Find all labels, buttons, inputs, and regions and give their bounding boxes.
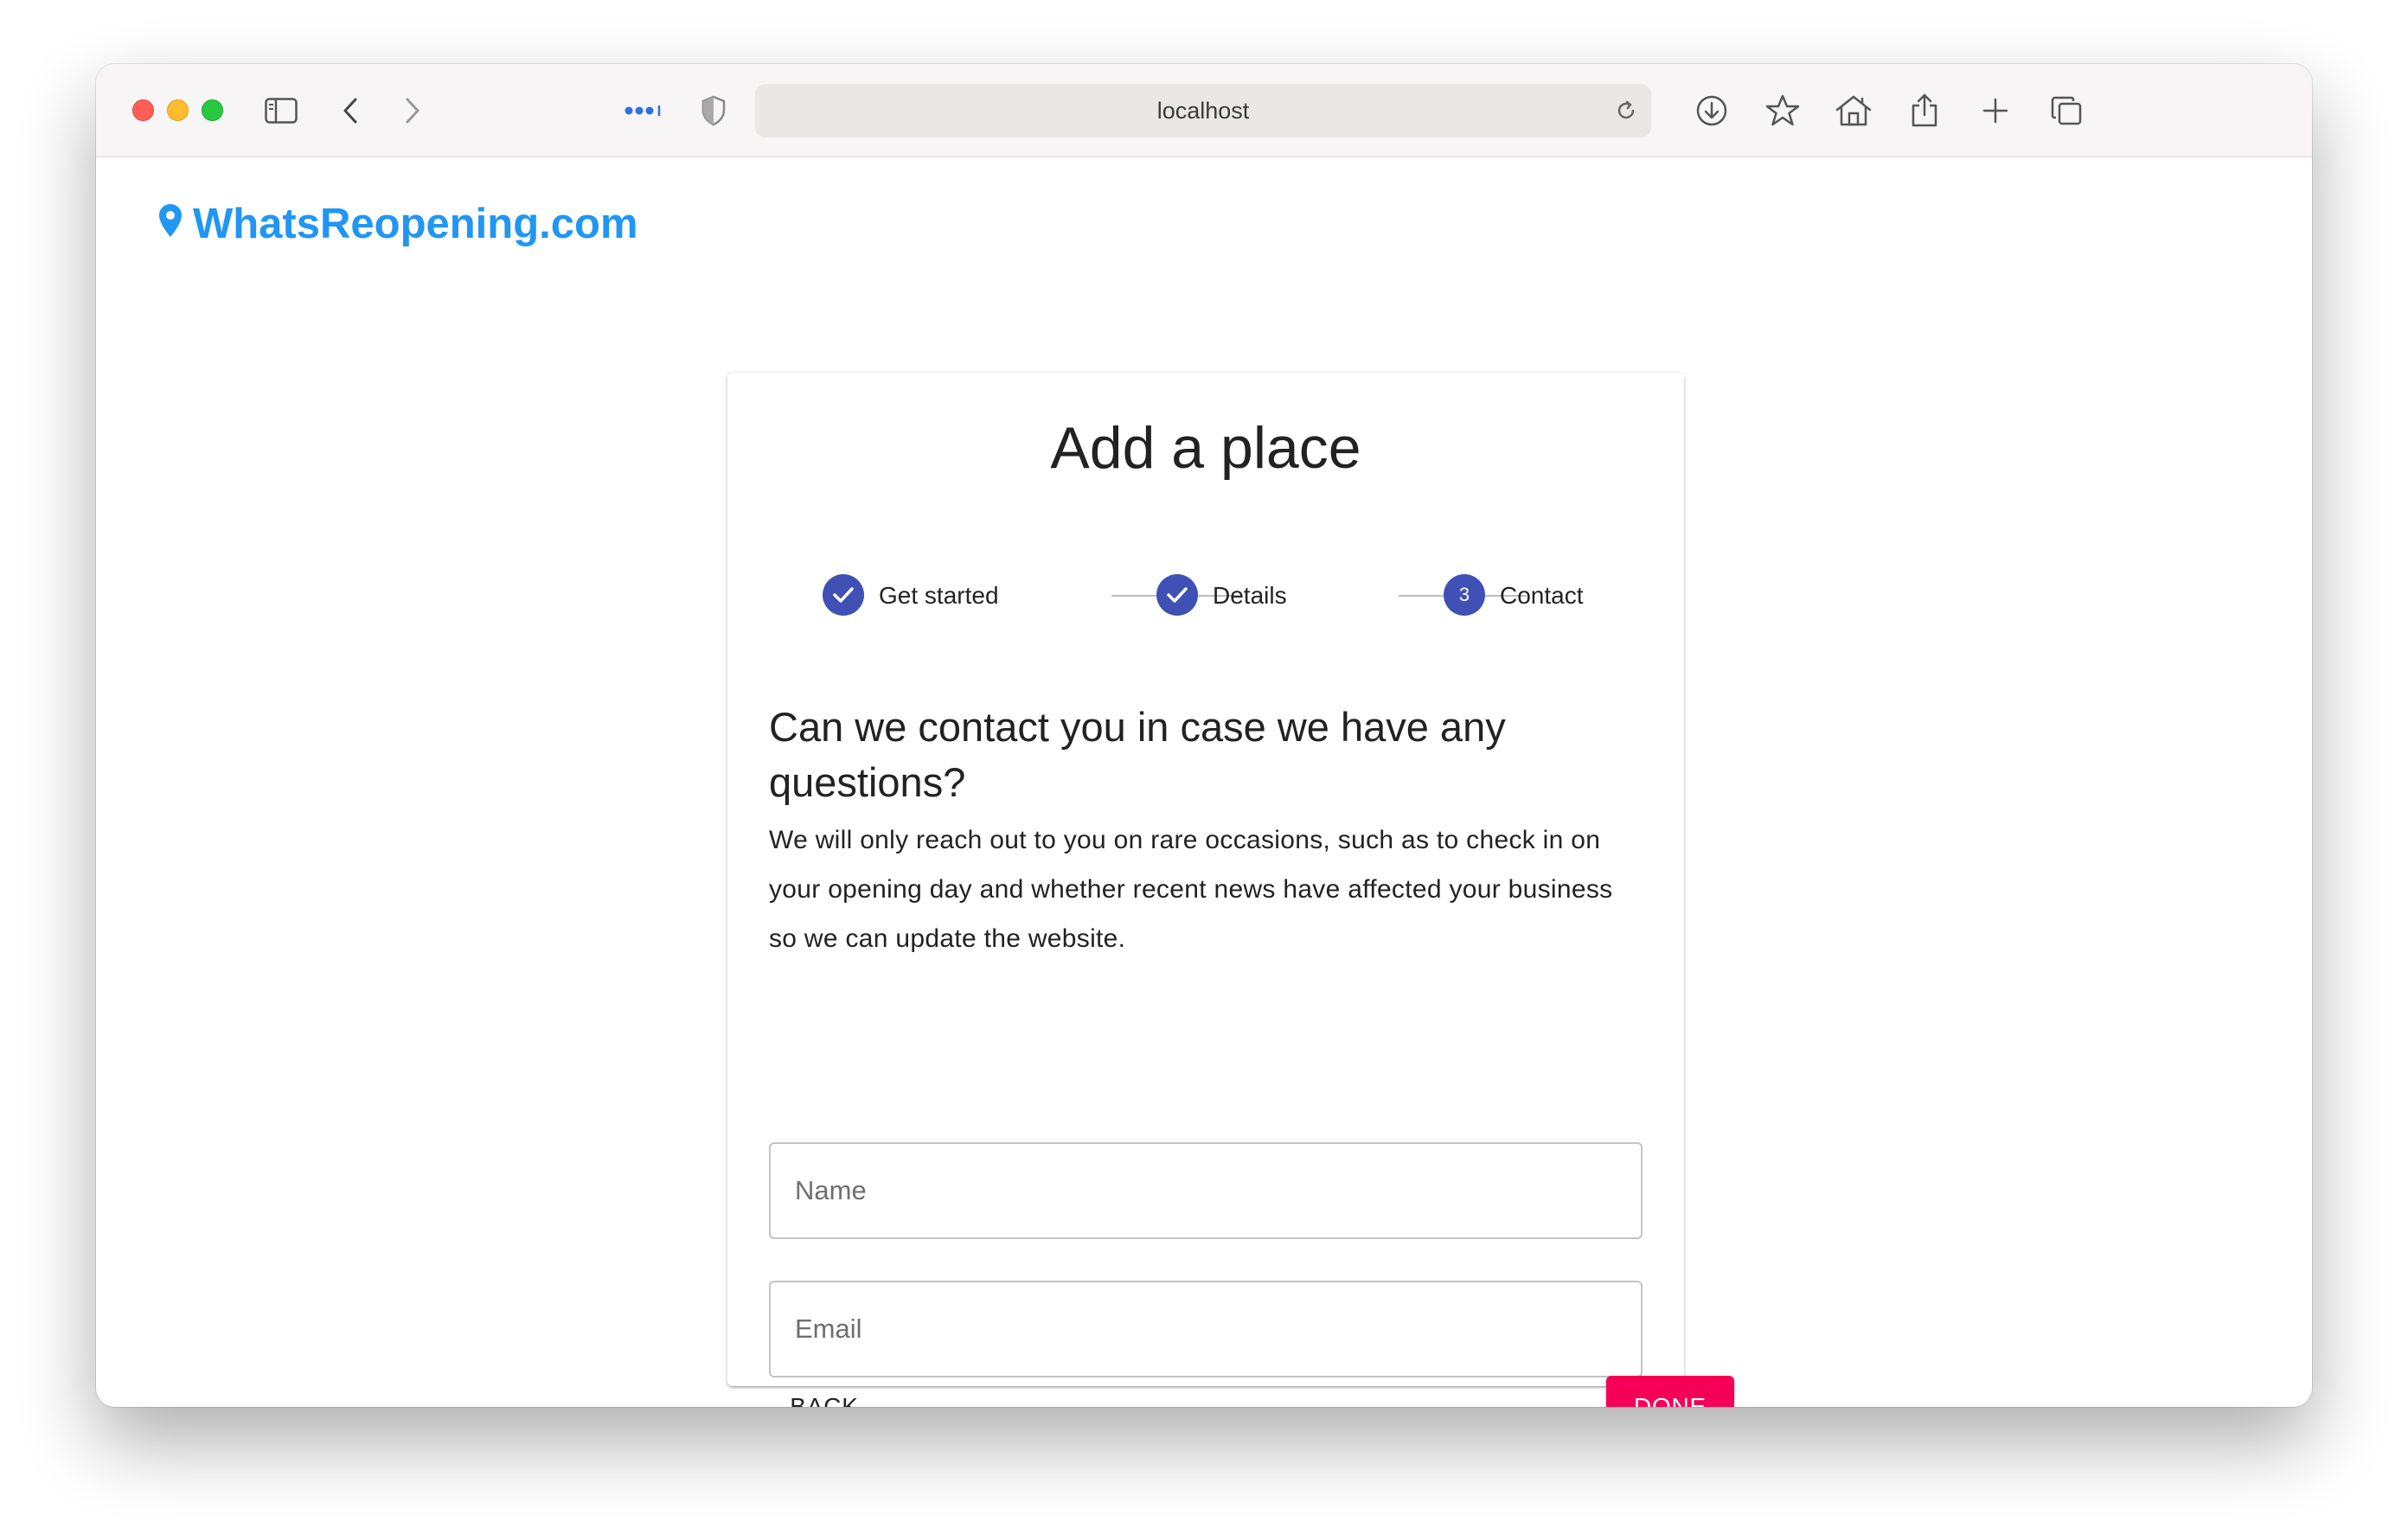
plus-icon[interactable]	[1975, 90, 2016, 131]
step-number-badge: 3	[1444, 574, 1485, 616]
page-title: Add a place	[1050, 415, 1361, 481]
add-place-card: Add a place Get started Details 3 Contac…	[727, 373, 1734, 1407]
back-icon[interactable]	[330, 90, 371, 131]
minimize-window-button[interactable]	[167, 99, 189, 121]
home-icon[interactable]	[1833, 90, 1874, 131]
check-icon	[1156, 574, 1198, 616]
zoom-window-button[interactable]	[202, 99, 223, 121]
sidebar-icon[interactable]	[260, 90, 302, 131]
done-button[interactable]: DONE	[1606, 1376, 1734, 1407]
shield-icon[interactable]	[693, 90, 734, 131]
browser-toolbar: localhost	[96, 64, 2312, 157]
email-field[interactable]	[769, 1281, 1643, 1377]
stepper: Get started Details 3 Contact	[727, 570, 1684, 618]
share-icon[interactable]	[1904, 90, 1945, 131]
close-window-button[interactable]	[132, 99, 154, 121]
tabs-icon[interactable]	[2046, 90, 2087, 131]
name-field[interactable]	[769, 1142, 1643, 1239]
star-icon[interactable]	[1762, 90, 1803, 131]
back-button[interactable]: BACK	[769, 1376, 880, 1407]
check-icon	[823, 574, 864, 616]
map-pin-icon	[158, 200, 183, 248]
step-label-contact: Contact	[1500, 582, 1584, 609]
forward-icon[interactable]	[392, 90, 433, 131]
contact-question: Can we contact you in case we have any q…	[769, 704, 1506, 805]
name-input[interactable]	[771, 1144, 1641, 1237]
address-bar[interactable]: localhost	[755, 84, 1651, 137]
step-label-details: Details	[1213, 582, 1287, 609]
address-text: localhost	[1156, 97, 1250, 124]
email-input[interactable]	[771, 1282, 1641, 1376]
brand-logo-link[interactable]: WhatsReopening.com	[158, 200, 638, 248]
reload-icon[interactable]	[1610, 94, 1643, 127]
browser-window: localhost WhatsReopening.com Add a place…	[96, 64, 2312, 1407]
contact-description: We will only reach out to you on rare oc…	[769, 826, 1613, 953]
download-icon[interactable]	[1691, 90, 1732, 131]
more-icon[interactable]	[622, 90, 663, 131]
page-content: WhatsReopening.com Add a place Get start…	[96, 158, 2312, 1407]
brand-name: WhatsReopening.com	[193, 201, 638, 247]
step-label-get-started: Get started	[879, 582, 999, 609]
